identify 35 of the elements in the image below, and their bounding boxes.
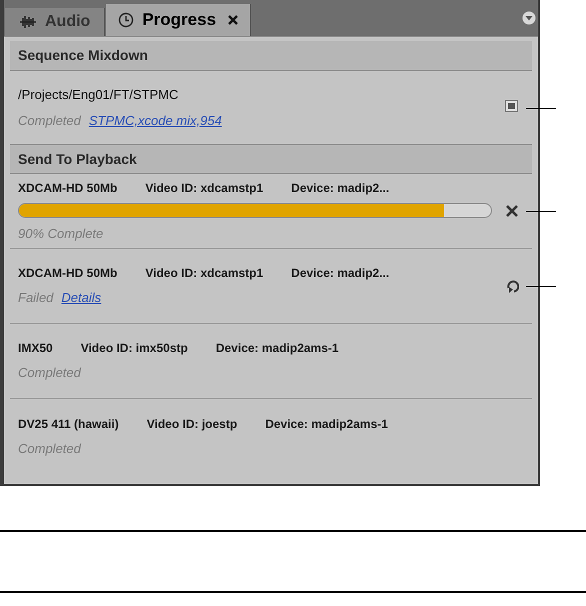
status-text: Completed	[18, 364, 81, 382]
tab[interactable]: Audio	[5, 8, 106, 36]
video-id: Video ID: xdcamstp1	[145, 180, 264, 197]
video-id: Video ID: joestp	[146, 416, 238, 433]
tab-label: Audio	[45, 12, 90, 32]
leader-line	[526, 211, 556, 212]
format-label: XDCAM-HD 50Mb	[18, 180, 118, 197]
file-path: /Projects/Eng01/FT/STPMC	[18, 86, 180, 104]
device-name: Device: madip2ams-1	[265, 416, 388, 433]
view-icon[interactable]	[505, 100, 519, 115]
link[interactable]: STPMC,xcode mix,954	[88, 110, 222, 130]
close-icon	[228, 15, 238, 25]
tab-label: Progress	[142, 9, 216, 32]
retry-icon[interactable]	[505, 278, 519, 294]
status-text: Completed	[18, 112, 81, 130]
video-id: Video ID: imx50stp	[80, 340, 188, 358]
section-header: Sequence Mixdown	[18, 46, 148, 65]
device-name: Device: madip2...	[291, 180, 390, 197]
menu-icon	[522, 11, 536, 25]
tab[interactable]: Progress	[106, 4, 252, 36]
link[interactable]: Details	[61, 288, 102, 308]
device-name: Device: madip2...	[291, 265, 390, 282]
format-label: DV25 411 (hawaii)	[18, 416, 119, 433]
status-text: Failed	[18, 289, 54, 308]
status-text: 90% Complete	[18, 224, 104, 243]
device-name: Device: madip2ams-1	[216, 340, 339, 358]
format-label: XDCAM-HD 50Mb	[18, 265, 118, 282]
leader-line	[526, 286, 556, 287]
cancel-icon[interactable]	[505, 204, 519, 218]
clock-icon	[118, 12, 134, 28]
format-label: IMX50	[18, 340, 53, 358]
section-header: Send To Playback	[18, 150, 137, 169]
video-id: Video ID: xdcamstp1	[145, 265, 264, 282]
status-text: Completed	[18, 440, 81, 458]
waveform-icon	[19, 15, 37, 29]
